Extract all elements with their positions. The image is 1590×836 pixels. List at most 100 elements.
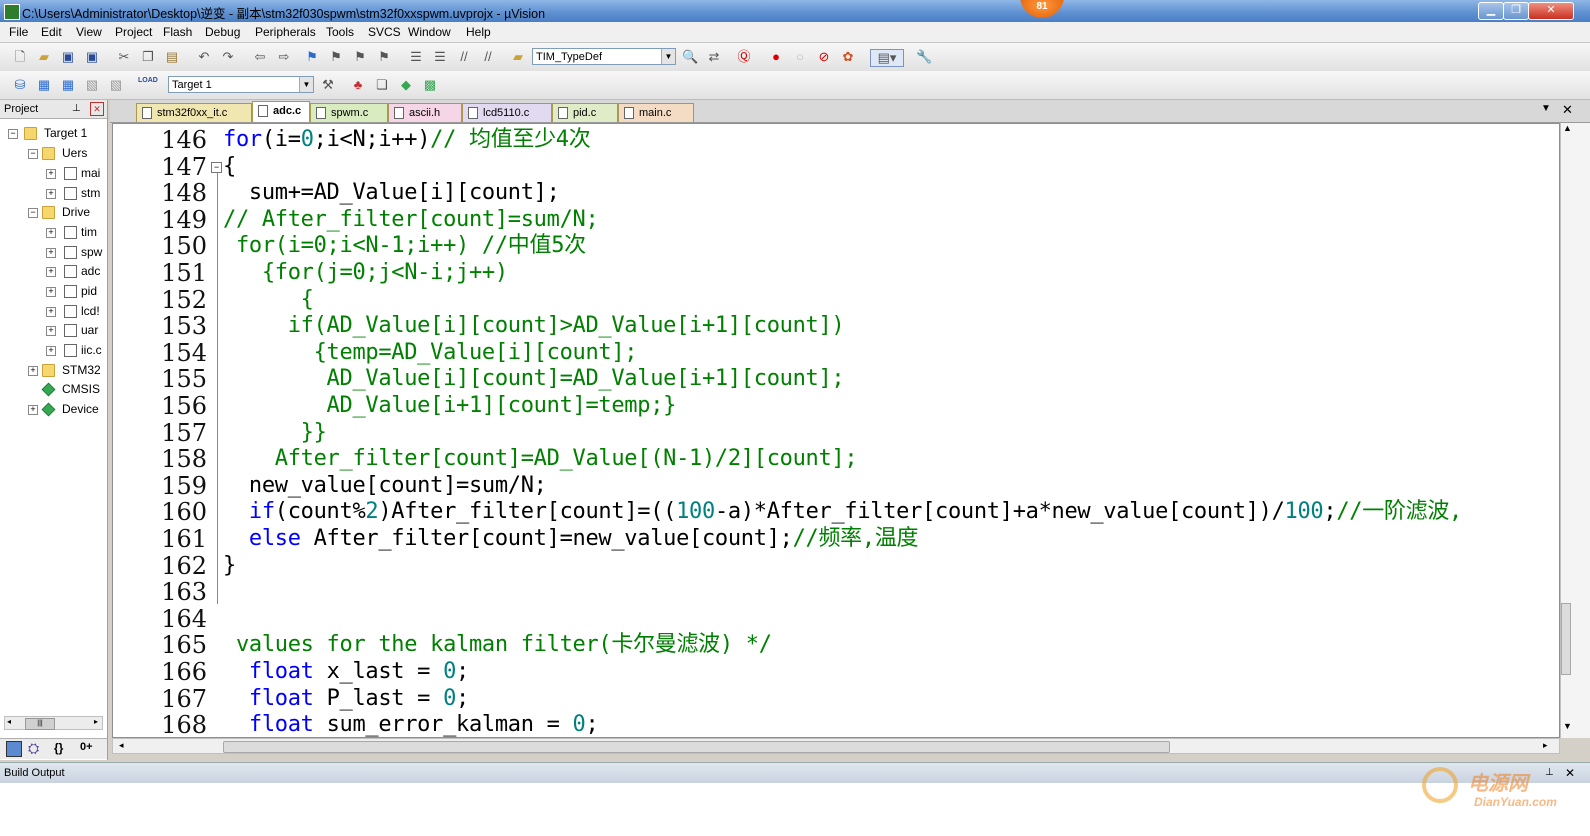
menu-svcs[interactable]: SVCS xyxy=(368,25,401,39)
copy-icon[interactable]: ❐ xyxy=(140,49,156,65)
indent-icon[interactable]: ☰ xyxy=(408,49,424,65)
menu-flash[interactable]: Flash xyxy=(163,25,192,39)
translate-icon[interactable]: ⛁ xyxy=(12,77,28,93)
code-line[interactable]: AD_Value[i][count]=AD_Value[i+1][count]; xyxy=(223,366,845,393)
collapse-icon[interactable]: − xyxy=(28,208,38,218)
menu-file[interactable]: File xyxy=(9,25,28,39)
scroll-thumb[interactable]: ||| xyxy=(25,718,55,730)
scroll-right-icon[interactable]: ▸ xyxy=(94,717,98,726)
tree-item-group[interactable]: − Uers xyxy=(0,144,103,163)
tab-pid[interactable]: pid.c xyxy=(552,103,618,122)
scroll-down-icon[interactable]: ▼ xyxy=(1563,721,1572,731)
rebuild-icon[interactable]: ▦ xyxy=(60,77,76,93)
templates-tab-icon[interactable]: 0+ xyxy=(80,741,93,753)
tree-item-file[interactable]: + uar xyxy=(0,321,103,340)
build-icon[interactable]: ▦ xyxy=(36,77,52,93)
chevron-down-icon[interactable]: ▼ xyxy=(299,77,313,92)
close-button[interactable]: ✕ xyxy=(1528,2,1574,20)
menu-window[interactable]: Window xyxy=(408,25,451,39)
code-line[interactable]: float P_last = 0; xyxy=(223,686,469,713)
tab-list-icon[interactable]: ▼ xyxy=(1541,103,1551,114)
batch-build-icon[interactable]: ▧ xyxy=(84,77,100,93)
find-combo[interactable]: TIM_TypeDef ▼ xyxy=(532,48,676,65)
code-line[interactable]: values for the kalman filter(卡尔曼滤波) */ xyxy=(223,632,772,659)
chevron-down-icon[interactable]: ▼ xyxy=(661,49,675,64)
build-output-pane[interactable] xyxy=(0,783,1590,836)
tree-item-group[interactable]: + STM32 xyxy=(0,361,103,380)
tree-item-file[interactable]: + stm xyxy=(0,184,103,203)
expand-icon[interactable]: + xyxy=(46,248,56,258)
configure-icon[interactable]: 🔧 xyxy=(916,49,932,65)
kill-all-breakpoints-icon[interactable]: ✿ xyxy=(840,49,856,65)
replace-icon[interactable]: ⇄ xyxy=(706,49,722,65)
tree-item-file[interactable]: + tim xyxy=(0,223,103,242)
find-icon[interactable]: 🔍 xyxy=(682,49,698,65)
fold-collapse-icon[interactable]: − xyxy=(211,162,222,173)
window-layout-icon[interactable]: ▤▾ xyxy=(870,49,904,67)
collapse-icon[interactable]: − xyxy=(8,129,18,139)
open-folder-icon[interactable]: ▰ xyxy=(36,49,52,65)
functions-tab-icon[interactable]: {} xyxy=(54,741,63,755)
comment-icon[interactable]: // xyxy=(456,49,472,65)
notification-badge[interactable]: 81 xyxy=(1020,0,1064,18)
scroll-up-icon[interactable]: ▲ xyxy=(1563,123,1572,133)
code-line[interactable]: { xyxy=(223,287,314,314)
tab-ascii[interactable]: ascii.h xyxy=(388,103,462,122)
menu-help[interactable]: Help xyxy=(466,25,491,39)
menu-view[interactable]: View xyxy=(76,25,102,39)
close-tab-icon[interactable]: ✕ xyxy=(1562,102,1573,118)
expand-icon[interactable]: + xyxy=(46,228,56,238)
code-line[interactable]: After_filter[count]=AD_Value[(N-1)/2][co… xyxy=(223,446,858,473)
code-line[interactable]: new_value[count]=sum/N; xyxy=(223,473,547,500)
nav-forward-icon[interactable]: ⇨ xyxy=(276,49,292,65)
uncomment-icon[interactable]: // xyxy=(480,49,496,65)
kill-breakpoints-icon[interactable]: ⊘ xyxy=(816,49,832,65)
unindent-icon[interactable]: ☰ xyxy=(432,49,448,65)
load-icon[interactable]: LOAD xyxy=(138,77,158,93)
close-pane-icon[interactable]: ✕ xyxy=(90,102,104,116)
expand-icon[interactable]: + xyxy=(46,189,56,199)
bookmark-icon[interactable]: ⚑ xyxy=(304,49,320,65)
target-combo[interactable]: Target 1 ▼ xyxy=(168,76,314,93)
file-extensions-icon[interactable]: ❏ xyxy=(374,77,390,93)
code-line[interactable]: {temp=AD_Value[i][count]; xyxy=(223,340,638,367)
clear-bookmarks-icon[interactable]: ⚑ xyxy=(376,49,392,65)
pin-icon[interactable]: ⊥ xyxy=(72,100,81,118)
menu-tools[interactable]: Tools xyxy=(326,25,354,39)
nav-back-icon[interactable]: ⇦ xyxy=(252,49,268,65)
menu-project[interactable]: Project xyxy=(115,25,152,39)
prev-bookmark-icon[interactable]: ⚑ xyxy=(328,49,344,65)
tab-spwm[interactable]: spwm.c xyxy=(310,103,388,122)
scroll-right-icon[interactable]: ▸ xyxy=(1543,740,1548,751)
tree-item-group[interactable]: − Drive xyxy=(0,203,103,222)
tree-item-file[interactable]: + adc xyxy=(0,262,103,281)
tree-item-file[interactable]: + pid xyxy=(0,282,103,301)
code-line[interactable]: }} xyxy=(223,420,327,447)
tab-adc[interactable]: adc.c xyxy=(252,101,310,122)
expand-icon[interactable]: + xyxy=(46,169,56,179)
code-line[interactable]: float sum_error_kalman = 0; xyxy=(223,712,599,737)
expand-icon[interactable]: + xyxy=(46,287,56,297)
code-line[interactable]: } xyxy=(223,553,236,580)
find-in-files-icon[interactable]: ▰ xyxy=(510,49,526,65)
code-line[interactable]: sum+=AD_Value[i][count]; xyxy=(223,180,560,207)
next-bookmark-icon[interactable]: ⚑ xyxy=(352,49,368,65)
tree-item-component[interactable]: CMSIS xyxy=(0,380,103,399)
code-line[interactable]: float x_last = 0; xyxy=(223,659,469,686)
tab-main[interactable]: main.c xyxy=(618,103,694,122)
code-line[interactable]: AD_Value[i+1][count]=temp;} xyxy=(223,393,677,420)
code-editor[interactable]: − for(i=0;i<N;i++)// 均值至少4次 { sum+=AD_Val… xyxy=(112,123,1560,738)
expand-icon[interactable]: + xyxy=(46,267,56,277)
scroll-thumb[interactable] xyxy=(223,741,1170,753)
scroll-left-icon[interactable]: ◂ xyxy=(7,717,11,726)
target-options-icon[interactable]: ⚒ xyxy=(320,77,336,93)
editor-horizontal-scrollbar[interactable]: ◂ ▸ xyxy=(112,738,1560,754)
tree-item-file[interactable]: + spw xyxy=(0,243,103,262)
menu-debug[interactable]: Debug xyxy=(205,25,240,39)
breakpoint-icon[interactable]: ● xyxy=(768,49,784,65)
disable-breakpoint-icon[interactable]: ○ xyxy=(792,49,808,65)
project-tab-icon[interactable] xyxy=(6,741,22,757)
code-line[interactable]: for(i=0;i<N;i++)// 均值至少4次 xyxy=(223,127,591,154)
tab-lcd5110[interactable]: lcd5110.c xyxy=(462,103,552,122)
expand-icon[interactable]: + xyxy=(46,307,56,317)
